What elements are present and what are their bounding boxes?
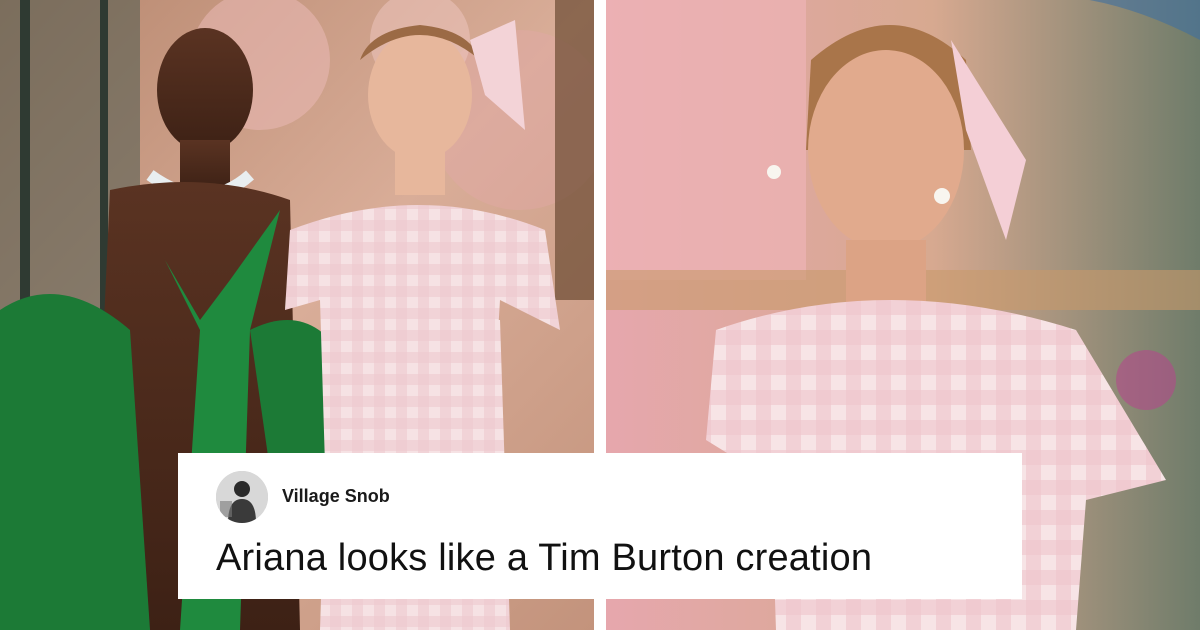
user-avatar[interactable] (216, 471, 268, 523)
comment-text: Ariana looks like a Tim Burton creation (216, 537, 873, 579)
comment-username[interactable]: Village Snob (282, 486, 390, 507)
avatar-image (216, 471, 268, 523)
comment-card: Village Snob Ariana looks like a Tim Bur… (178, 453, 1022, 599)
